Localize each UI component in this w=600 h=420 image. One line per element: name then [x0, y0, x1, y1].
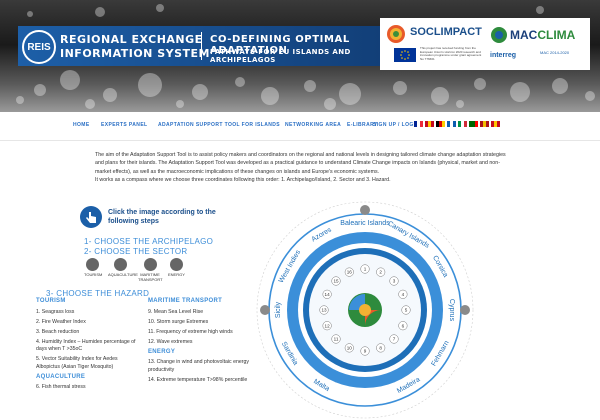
language-flag-icon[interactable]: [480, 121, 489, 127]
header-banner: REIS REGIONAL EXCHANGE INFORMATION SYSTE…: [0, 0, 600, 112]
sector-maritime-transport[interactable]: MARITIME TRANSPORT: [138, 258, 163, 282]
sector-aquaculture[interactable]: AQUACULTURE: [108, 258, 138, 277]
hazard-item: 6. Fish thermal stress: [36, 384, 86, 390]
partner-logos: SOCLIMPACT This project has received fun…: [380, 18, 590, 70]
language-flag-icon[interactable]: [414, 121, 423, 127]
sector-tourism[interactable]: TOURISM: [84, 258, 103, 277]
center-globe-icon: [348, 293, 382, 327]
language-flag-icon[interactable]: [436, 121, 445, 127]
hazard-number: 4: [402, 292, 405, 297]
hazard-number: 2: [379, 270, 382, 275]
hazard-number: 12: [325, 323, 331, 328]
tourism-icon: [85, 258, 99, 271]
sector-label: ENERGY: [168, 272, 185, 277]
hazard-number: 16: [347, 270, 353, 275]
hazard-column-left: TOURISM 1. Seagrass loss 2. Fire Weather…: [36, 298, 141, 394]
hazard-item: 12. Wave extremes: [148, 338, 193, 345]
project-title-line2: PATHWAYS FOR EU ISLANDS AND ARCHIPELAGOS: [210, 48, 351, 64]
hazard-number: 13: [321, 308, 327, 313]
macclima-name-a: MAC: [510, 28, 538, 42]
reis-title-line1: REGIONAL EXCHANGE: [60, 33, 203, 46]
hazard-number: 9: [364, 349, 367, 354]
intro-text: The aim of the Adaptation Support Tool i…: [95, 151, 515, 185]
maritime-transport-icon: [143, 258, 157, 271]
energy-icon: [169, 258, 183, 271]
nav-adaptation-support-tool[interactable]: ADAPTATION SUPPORT TOOL FOR ISLANDS: [158, 122, 280, 128]
macclima-logo-icon: [491, 27, 507, 43]
step-choose-archipelago: 1- CHOOSE THE ARCHIPELAGO: [84, 237, 214, 246]
hazard-number: 10: [347, 346, 353, 351]
title-divider: [201, 32, 202, 60]
hazard-number: 3: [393, 279, 396, 284]
funding-note: This project has received funding from t…: [420, 46, 482, 61]
eu-flag-icon: [394, 48, 416, 62]
island-label[interactable]: Sicily: [275, 301, 282, 318]
maritime-transport-heading: MARITIME TRANSPORT: [148, 298, 223, 304]
island-label[interactable]: Cyprus: [448, 299, 455, 322]
language-flag-icon[interactable]: [458, 121, 467, 127]
hazard-number: 1: [364, 267, 367, 272]
hand-pointer-icon: [80, 206, 102, 228]
macclima-name: MACCLIMA: [510, 28, 575, 42]
sector-label: AQUACULTURE: [108, 272, 138, 277]
nav-experts-panel[interactable]: EXPERTS PANEL: [101, 122, 148, 128]
hazard-column-right: MARITIME TRANSPORT 9. Mean Sea Level Ris…: [148, 298, 253, 387]
hazard-item: 2. Fire Weather Index: [36, 318, 86, 325]
step-choose-hazard: 3- CHOOSE THE HAZARD: [46, 289, 150, 298]
hazard-number: 11: [334, 337, 339, 342]
interreg-logo: interreg: [490, 52, 517, 59]
soclimpact-name: SOCLIMPACT: [410, 26, 482, 38]
intro-paragraph: The aim of the Adaptation Support Tool i…: [95, 152, 506, 175]
step-choose-sector: 2- CHOOSE THE SECTOR: [84, 247, 188, 256]
hazard-item: 5. Vector Suitability Index for Aedes Al…: [36, 356, 118, 370]
macclima-name-b: CLIMA: [537, 28, 576, 42]
hazard-item: 3. Beach reduction: [36, 328, 80, 335]
nav-networking-area[interactable]: NETWORKING AREA: [285, 122, 341, 128]
language-flag-icon[interactable]: [469, 121, 478, 127]
hazard-number: 14: [325, 292, 331, 297]
soclimpact-logo-icon: [387, 25, 405, 43]
island-label[interactable]: Balearic Islands: [340, 220, 390, 227]
click-instruction: Click the image according to the followi…: [108, 209, 216, 225]
main-navigation: HOME EXPERTS PANEL ADAPTATION SUPPORT TO…: [0, 112, 600, 141]
language-flag-icon[interactable]: [447, 121, 456, 127]
aquaculture-icon: [113, 258, 127, 271]
hazard-item: 13. Change in wind and photovoltaic ener…: [148, 359, 249, 373]
hazard-number: 6: [402, 323, 405, 328]
nav-sign-up-login[interactable]: SIGN UP / LOGIN: [373, 122, 419, 128]
reis-logo-text: REIS: [27, 41, 51, 53]
hazard-number: 15: [333, 279, 339, 284]
energy-heading: ENERGY: [148, 348, 176, 355]
reis-logo[interactable]: REIS: [22, 30, 56, 64]
tourism-heading: TOURISM: [36, 298, 66, 304]
language-flag-icon[interactable]: [491, 121, 500, 127]
hazard-item: 14. Extreme temperature T>98% percentile: [148, 376, 248, 383]
language-flag-icon[interactable]: [425, 121, 434, 127]
intro-instructions: It works as a compass where we choose th…: [95, 177, 391, 184]
reis-title-line2: INFORMATION SYSTEM: [60, 47, 210, 60]
nav-home[interactable]: HOME: [73, 122, 90, 128]
hazard-item: 1. Seagrass loss: [36, 308, 75, 315]
aquaculture-heading: AQUACULTURE: [36, 373, 86, 380]
sector-label: MARITIME TRANSPORT: [138, 272, 163, 282]
hazard-number: 8: [379, 346, 382, 351]
hazard-item: 9. Mean Sea Level Rise: [148, 308, 204, 315]
sector-energy[interactable]: ENERGY: [168, 258, 185, 277]
hazard-number: 7: [393, 337, 396, 342]
hazard-item: 11. Frequency of extreme high winds: [148, 328, 233, 335]
hazard-item: 4. Humidity Index – Humidex percentage o…: [36, 338, 136, 353]
adaptation-compass-wheel[interactable]: MaltaSardiniaSicilyWest IndiesAzoresBale…: [255, 200, 475, 420]
reis-title-strip: REIS REGIONAL EXCHANGE INFORMATION SYSTE…: [18, 26, 380, 66]
mac-program-logo: MAC 2014-2020: [540, 50, 570, 55]
sector-label: TOURISM: [84, 272, 103, 277]
hazard-item: 10. Storm surge Extremes: [148, 318, 209, 325]
hazard-number: 5: [405, 308, 408, 313]
